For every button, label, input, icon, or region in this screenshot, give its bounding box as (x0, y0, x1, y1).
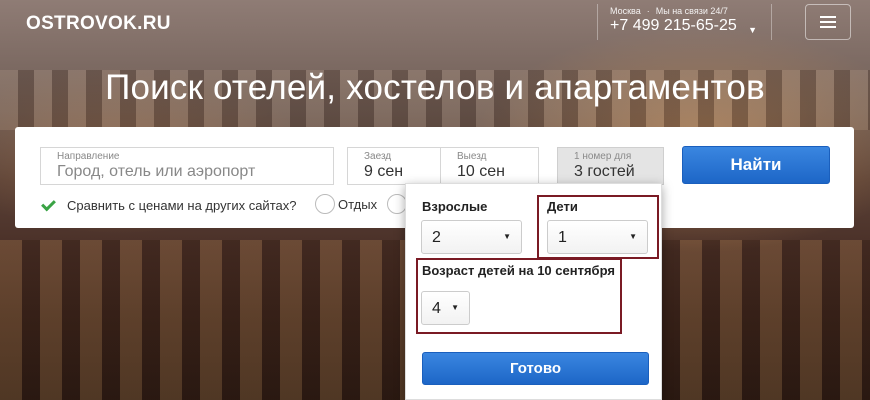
guests-field[interactable]: 1 номер для 3 гостей (557, 147, 664, 185)
hero-title: Поиск отелей, хостелов и апартаментов (105, 68, 765, 107)
menu-line (820, 21, 836, 23)
destination-field[interactable]: Направление Город, отель или аэропорт (40, 147, 334, 185)
kids-select[interactable]: 1 ▼ (547, 220, 648, 254)
checkout-value: 10 сен (457, 163, 505, 180)
trip-type-radio-rest[interactable] (315, 194, 335, 214)
search-button[interactable]: Найти (682, 146, 830, 184)
hamburger-menu-icon[interactable] (805, 4, 851, 40)
contact-support-hours: Мы на связи 24/7 (655, 6, 728, 16)
guests-value: 3 гостей (574, 163, 635, 180)
contact-phone: +7 499 215-65-25 (610, 17, 737, 34)
menu-line (820, 26, 836, 28)
guests-dropdown: Взрослые 2 ▼ Дети 1 ▼ Возраст детей на 1… (405, 183, 662, 400)
separator-dot: · (646, 6, 650, 16)
checkin-field[interactable]: Заезд 9 сен (347, 147, 441, 185)
contact-city: Москва (610, 6, 641, 16)
destination-placeholder: Город, отель или аэропорт (57, 163, 256, 180)
adults-select[interactable]: 2 ▼ (421, 220, 522, 254)
contact-info: Москва · Мы на связи 24/7 (610, 6, 771, 16)
checkout-label: Выезд (457, 151, 487, 162)
caret-down-icon: ▼ (451, 303, 459, 312)
checkin-label: Заезд (364, 151, 392, 162)
checkmark-icon (41, 196, 56, 211)
child-age-label: Возраст детей на 10 сентября (422, 263, 615, 278)
kids-value: 1 (558, 229, 567, 246)
kids-label: Дети (547, 199, 578, 214)
trip-type-radio-2[interactable] (387, 194, 407, 214)
done-button[interactable]: Готово (422, 352, 649, 385)
destination-label: Направление (57, 151, 120, 162)
contact-dropdown[interactable]: Москва · Мы на связи 24/7 +7 499 215-65-25… (597, 4, 772, 40)
adults-value: 2 (432, 229, 441, 246)
caret-down-icon: ▼ (503, 232, 511, 241)
guests-label: 1 номер для (574, 151, 632, 162)
chevron-down-icon: ▼ (748, 25, 757, 35)
compare-prices-label: Сравнить с ценами на других сайтах? (67, 198, 297, 213)
checkout-field[interactable]: Выезд 10 сен (440, 147, 539, 185)
child-age-value: 4 (432, 300, 441, 317)
child-age-select[interactable]: 4 ▼ (421, 291, 470, 325)
trip-type-label-rest: Отдых (338, 197, 378, 212)
site-logo[interactable]: OSTROVOK.RU (26, 13, 171, 35)
checkin-value: 9 сен (364, 163, 404, 180)
compare-prices-checkbox[interactable]: Сравнить с ценами на других сайтах? (41, 196, 297, 213)
menu-line (820, 16, 836, 18)
caret-down-icon: ▼ (629, 232, 637, 241)
adults-label: Взрослые (422, 199, 488, 214)
